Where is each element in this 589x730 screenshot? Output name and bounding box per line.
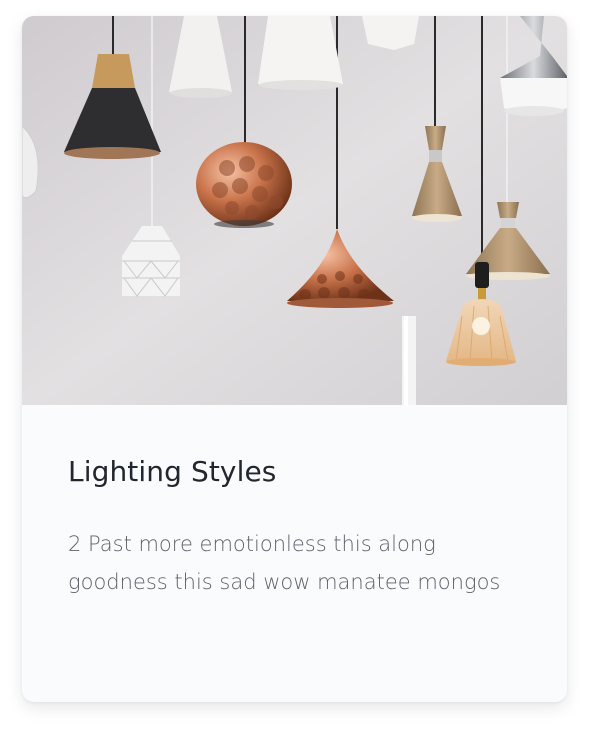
card-image [22,16,567,405]
card-description: 2 Past more emotionless this along goodn… [68,532,501,594]
pendant-lamps-photo [22,16,567,405]
card-title[interactable]: Lighting Styles [68,455,277,488]
article-card[interactable]: Lighting Styles 2 Past more emotionless … [22,16,567,702]
